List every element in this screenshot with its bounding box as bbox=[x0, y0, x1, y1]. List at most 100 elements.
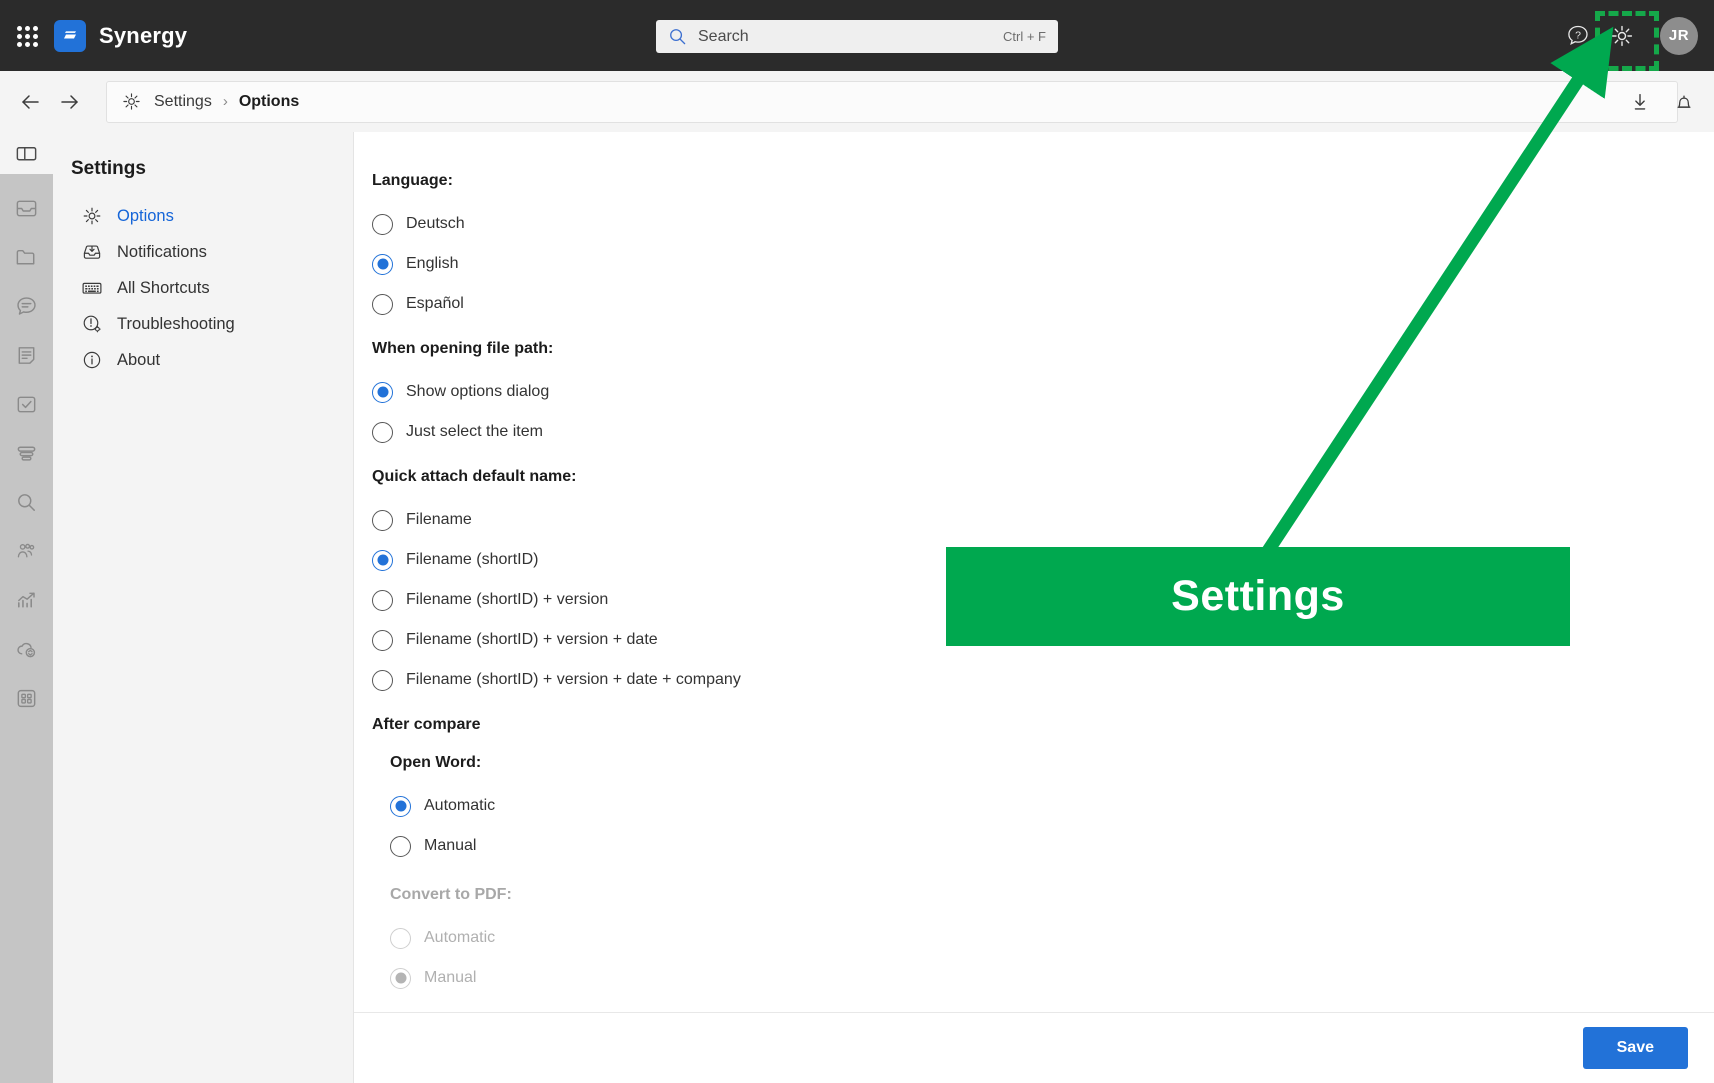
rail-item-notes[interactable] bbox=[4, 331, 50, 380]
filter-icon bbox=[17, 446, 36, 461]
breadcrumb-item-settings[interactable]: Settings bbox=[154, 93, 212, 111]
cloud-sync-icon bbox=[17, 642, 36, 658]
info-icon bbox=[83, 351, 101, 369]
radio-indicator bbox=[390, 927, 411, 949]
radio-openword-manual[interactable]: Manual bbox=[390, 826, 1714, 866]
language-group-label: Language: bbox=[372, 172, 453, 189]
search-icon bbox=[18, 494, 35, 511]
radio-indicator bbox=[372, 629, 393, 651]
rail-item-search[interactable] bbox=[4, 478, 50, 527]
radio-indicator bbox=[390, 835, 411, 857]
rail-item-inbox[interactable] bbox=[4, 184, 50, 233]
sidebar-item-options[interactable]: Options bbox=[53, 198, 353, 234]
search-placeholder: Search bbox=[698, 27, 749, 45]
radio-indicator bbox=[372, 293, 393, 315]
rail-item-analytics[interactable] bbox=[4, 576, 50, 625]
arrow-right-icon bbox=[61, 94, 78, 109]
radio-indicator bbox=[372, 509, 393, 531]
radio-quickattach-version-date-company[interactable]: Filename (shortID) + version + date + co… bbox=[372, 660, 1714, 700]
rail-item-filter[interactable] bbox=[4, 429, 50, 478]
radio-language-espanol[interactable]: Español bbox=[372, 284, 1714, 324]
radio-label: Manual bbox=[424, 969, 477, 986]
bell-icon[interactable] bbox=[1662, 80, 1706, 124]
rail-item-tasks[interactable] bbox=[4, 380, 50, 429]
folder-icon bbox=[16, 249, 35, 265]
people-icon bbox=[17, 543, 35, 558]
radio-language-english[interactable]: English bbox=[372, 244, 1714, 284]
help-question-icon[interactable]: ? bbox=[1556, 14, 1600, 58]
sidebar-item-label: Options bbox=[117, 206, 174, 225]
settings-gear-button[interactable] bbox=[1595, 10, 1659, 71]
sidebar-item-about[interactable]: About bbox=[53, 342, 353, 378]
breadcrumb-bar: Settings › Options bbox=[0, 71, 1714, 132]
open-word-subgroup-label: Open Word: bbox=[390, 754, 482, 771]
radio-label: Filename (shortID) + version bbox=[406, 591, 609, 608]
radio-label: English bbox=[406, 255, 459, 272]
search-icon bbox=[668, 27, 687, 46]
rail-item-chat[interactable] bbox=[4, 282, 50, 331]
sidebar-item-label: All Shortcuts bbox=[117, 278, 210, 297]
forward-button[interactable] bbox=[50, 82, 90, 122]
download-icon[interactable] bbox=[1618, 80, 1662, 124]
app-window: Synergy Search Ctrl + F ? JR Settings › … bbox=[0, 0, 1714, 1083]
arrow-left-icon bbox=[22, 94, 39, 109]
sidebar-item-label: About bbox=[117, 350, 161, 369]
save-button[interactable]: Save bbox=[1582, 1027, 1688, 1069]
sidebar-item-troubleshooting[interactable]: Troubleshooting bbox=[53, 306, 353, 342]
svg-text:?: ? bbox=[1575, 29, 1581, 41]
radio-label: Filename (shortID) bbox=[406, 551, 539, 568]
sidebar-item-notifications[interactable]: Notifications bbox=[53, 234, 353, 270]
notes-icon bbox=[18, 347, 35, 364]
rail-item-folder[interactable] bbox=[4, 233, 50, 282]
radio-label: Automatic bbox=[424, 797, 496, 814]
breadcrumb-separator: › bbox=[222, 93, 228, 110]
sidebar-item-label: Notifications bbox=[117, 242, 207, 261]
radio-indicator bbox=[390, 795, 411, 817]
radio-convertpdf-automatic: Automatic bbox=[390, 918, 1714, 958]
breadcrumb-actions bbox=[1618, 71, 1706, 132]
quick-attach-group-label: Quick attach default name: bbox=[372, 468, 577, 485]
radio-language-deutsch[interactable]: Deutsch bbox=[372, 204, 1714, 244]
top-header-bar: Synergy Search Ctrl + F ? JR bbox=[0, 0, 1714, 71]
inbox-icon bbox=[16, 200, 37, 217]
gear-icon bbox=[1611, 25, 1633, 46]
keyboard-icon bbox=[82, 282, 102, 294]
apps-grid-icon bbox=[17, 689, 36, 708]
app-grid-icon[interactable] bbox=[14, 23, 40, 49]
radio-label: Show options dialog bbox=[406, 383, 550, 400]
breadcrumb[interactable]: Settings › Options bbox=[106, 80, 1678, 123]
breadcrumb-item-options: Options bbox=[238, 92, 300, 110]
sidebar-item-all-shortcuts[interactable]: All Shortcuts bbox=[53, 270, 353, 306]
convert-pdf-subgroup-label: Convert to PDF: bbox=[390, 886, 512, 903]
radio-filepath-just-select[interactable]: Just select the item bbox=[372, 412, 1714, 452]
synergy-logo-icon[interactable] bbox=[54, 19, 86, 52]
sidebar-toggle-button[interactable] bbox=[0, 132, 53, 174]
radio-quickattach-filename[interactable]: Filename bbox=[372, 500, 1714, 540]
options-footer: Save bbox=[354, 1012, 1714, 1083]
radio-filepath-show-dialog[interactable]: Show options dialog bbox=[372, 372, 1714, 412]
radio-indicator bbox=[372, 549, 393, 571]
callout-label: Settings bbox=[1171, 572, 1345, 620]
radio-indicator bbox=[372, 669, 393, 691]
radio-openword-automatic[interactable]: Automatic bbox=[390, 786, 1714, 826]
radio-label: Filename bbox=[406, 511, 472, 528]
rail-item-people[interactable] bbox=[4, 527, 50, 576]
gear-icon bbox=[83, 207, 101, 225]
icon-rail bbox=[0, 174, 53, 1083]
settings-sidebar: Settings Options Notifications All Short… bbox=[53, 132, 354, 1083]
rail-item-cloud-sync[interactable] bbox=[4, 625, 50, 674]
user-avatar[interactable]: JR bbox=[1660, 16, 1698, 55]
radio-label: Just select the item bbox=[406, 423, 543, 440]
settings-callout-box: Settings bbox=[946, 547, 1570, 646]
search-input[interactable]: Search Ctrl + F bbox=[656, 20, 1058, 53]
back-button[interactable] bbox=[10, 82, 50, 122]
sidebar-item-label: Troubleshooting bbox=[117, 314, 235, 333]
radio-label: Manual bbox=[424, 837, 477, 854]
analytics-chart-icon bbox=[18, 592, 35, 608]
radio-label: Filename (shortID) + version + date bbox=[406, 631, 658, 648]
after-compare-group-label: After compare bbox=[372, 716, 481, 733]
rail-item-apps[interactable] bbox=[4, 674, 50, 723]
radio-indicator bbox=[372, 421, 393, 443]
